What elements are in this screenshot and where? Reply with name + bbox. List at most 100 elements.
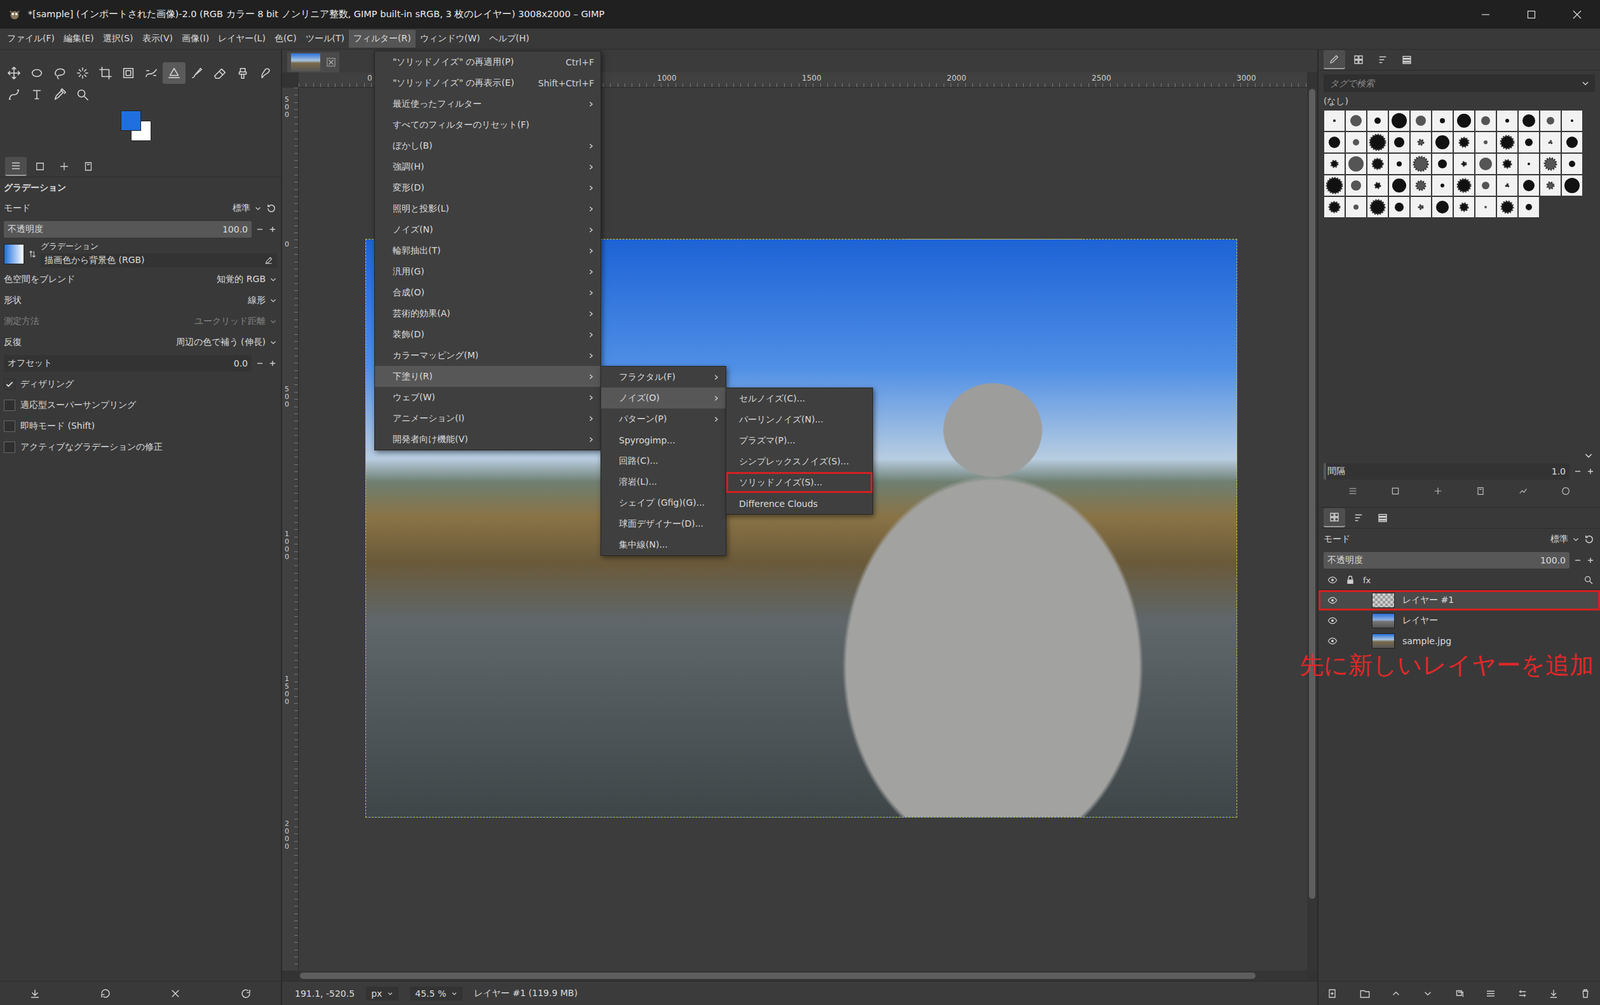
brush-cell[interactable] — [1345, 153, 1367, 175]
brush-cell[interactable] — [1366, 131, 1389, 154]
menu-entry[interactable]: Spyrogimp... — [601, 429, 726, 451]
panel-tab[interactable] — [77, 157, 100, 176]
brush-cell[interactable] — [1453, 109, 1475, 132]
horizontal-scrollbar[interactable] — [298, 970, 1308, 982]
brush-cell[interactable] — [1323, 153, 1346, 175]
reset-icon[interactable] — [265, 202, 278, 215]
tool-button[interactable] — [25, 83, 49, 106]
eye-icon[interactable] — [1327, 595, 1338, 606]
tool-button[interactable] — [254, 62, 278, 84]
chevron-down-icon[interactable] — [1583, 450, 1594, 461]
panel-tab[interactable] — [1371, 50, 1394, 69]
layer-action-icon[interactable] — [1579, 988, 1592, 1000]
brush-cell[interactable] — [1431, 109, 1454, 132]
menu-entry[interactable]: すべてのフィルターのリセット(F) — [374, 114, 601, 136]
brush-cell[interactable] — [1388, 153, 1411, 175]
option-checkbox[interactable]: ディザリング — [3, 373, 278, 395]
option-checkbox[interactable]: アクティブなグラデーションの修正 — [3, 436, 278, 458]
brush-cell[interactable] — [1518, 174, 1540, 197]
brush-cell[interactable] — [1410, 109, 1432, 132]
brush-cell[interactable] — [1345, 174, 1367, 197]
menu-entry[interactable]: パーリンノイズ(N)... — [726, 409, 873, 431]
brush-cell[interactable] — [1474, 131, 1497, 154]
menu-item[interactable]: 色(C) — [270, 29, 302, 48]
brush-action-icon[interactable] — [1475, 486, 1486, 497]
tool-button[interactable] — [94, 62, 117, 84]
panel-tab[interactable] — [53, 157, 75, 176]
brush-action-icon[interactable] — [1518, 486, 1529, 497]
spacing-slider[interactable]: 間隔1.0 — [1318, 460, 1600, 482]
panel-tab[interactable] — [1347, 50, 1370, 69]
menu-entry[interactable]: ぼかし(B) — [374, 135, 601, 157]
tool-button[interactable] — [71, 83, 95, 106]
menu-item[interactable]: ファイル(F) — [2, 29, 60, 48]
panel-action-icon[interactable] — [169, 988, 182, 1000]
brush-cell[interactable] — [1474, 196, 1497, 218]
eye-icon[interactable] — [1327, 636, 1338, 647]
layer-row[interactable]: sample.jpg — [1318, 630, 1600, 652]
brush-cell[interactable] — [1345, 196, 1367, 218]
brush-cell[interactable] — [1388, 109, 1411, 132]
layer-action-icon[interactable] — [1327, 988, 1339, 1000]
option-select[interactable]: 反復周辺の色で補う (伸長) — [3, 331, 278, 353]
brush-cell[interactable] — [1496, 131, 1519, 154]
tool-button[interactable] — [48, 83, 72, 106]
brush-cell[interactable] — [1474, 109, 1497, 132]
menu-item[interactable]: レイヤー(L) — [213, 29, 271, 48]
brush-cell[interactable] — [1388, 131, 1411, 154]
tool-button[interactable] — [116, 62, 140, 84]
brush-cell[interactable] — [1323, 109, 1346, 132]
brush-cell[interactable] — [1431, 196, 1454, 218]
tool-button[interactable] — [185, 62, 209, 84]
layer-action-icon[interactable] — [1359, 988, 1371, 1000]
gradient-preview[interactable] — [3, 244, 25, 265]
panel-tab[interactable] — [29, 157, 51, 176]
brush-cell[interactable] — [1366, 174, 1389, 197]
menu-entry[interactable]: Difference Clouds — [726, 493, 873, 515]
layer-action-icon[interactable] — [1516, 988, 1529, 1000]
minus-icon[interactable] — [1573, 555, 1583, 565]
brush-cell[interactable] — [1453, 153, 1475, 175]
plus-icon[interactable] — [268, 359, 278, 368]
menu-entry[interactable]: 汎用(G) — [374, 261, 601, 283]
brush-cell[interactable] — [1518, 196, 1540, 218]
panel-action-icon[interactable] — [240, 988, 252, 1000]
menu-entry[interactable]: "ソリッドノイズ" の再表示(E)Shift+Ctrl+F — [374, 72, 601, 94]
brush-cell[interactable] — [1431, 153, 1454, 175]
menu-item[interactable]: ヘルプ(H) — [484, 29, 534, 48]
brush-cell[interactable] — [1496, 153, 1519, 175]
brush-cell[interactable] — [1474, 153, 1497, 175]
menu-entry[interactable]: パターン(P) — [601, 408, 726, 430]
menu-entry[interactable]: 強調(H) — [374, 156, 601, 178]
menu-entry[interactable]: ソリッドノイズ(S)... — [726, 472, 873, 494]
menu-entry[interactable]: 最近使ったフィルター — [374, 93, 601, 115]
search-icon[interactable] — [1583, 575, 1594, 586]
reverse-icon[interactable] — [27, 248, 37, 260]
maximize-button[interactable] — [1508, 0, 1555, 29]
tool-button[interactable] — [48, 62, 72, 84]
brush-action-icon[interactable] — [1390, 486, 1401, 497]
brush-cell[interactable] — [1345, 131, 1367, 154]
tool-button[interactable] — [231, 62, 255, 84]
brush-cell[interactable] — [1366, 196, 1389, 218]
unit-select[interactable]: px — [366, 986, 399, 1001]
menu-entry[interactable]: 球面デザイナー(D)... — [601, 513, 726, 535]
menu-entry[interactable]: 芸術的効果(A) — [374, 303, 601, 325]
tool-button[interactable] — [25, 62, 49, 84]
menu-item[interactable]: ツール(T) — [301, 29, 349, 48]
menu-entry[interactable]: フラクタル(F) — [601, 366, 726, 388]
minus-icon[interactable] — [255, 224, 265, 234]
layer-row[interactable]: レイヤー — [1318, 610, 1600, 631]
brush-action-icon[interactable] — [1347, 486, 1358, 497]
brush-cell[interactable] — [1388, 174, 1411, 197]
panel-action-icon[interactable] — [29, 988, 41, 1000]
tool-button[interactable] — [208, 62, 232, 84]
option-select[interactable]: 測定方法ユークリッド距離 — [3, 310, 278, 332]
brush-cell[interactable] — [1539, 131, 1562, 154]
menu-entry[interactable]: ノイズ(N) — [374, 219, 601, 241]
brush-cell[interactable] — [1561, 174, 1583, 197]
option-slider[interactable]: オフセット0.0 — [3, 352, 278, 374]
brush-cell[interactable] — [1366, 109, 1389, 132]
eye-icon[interactable] — [1327, 615, 1338, 626]
effects-column[interactable]: fx — [1362, 575, 1371, 586]
